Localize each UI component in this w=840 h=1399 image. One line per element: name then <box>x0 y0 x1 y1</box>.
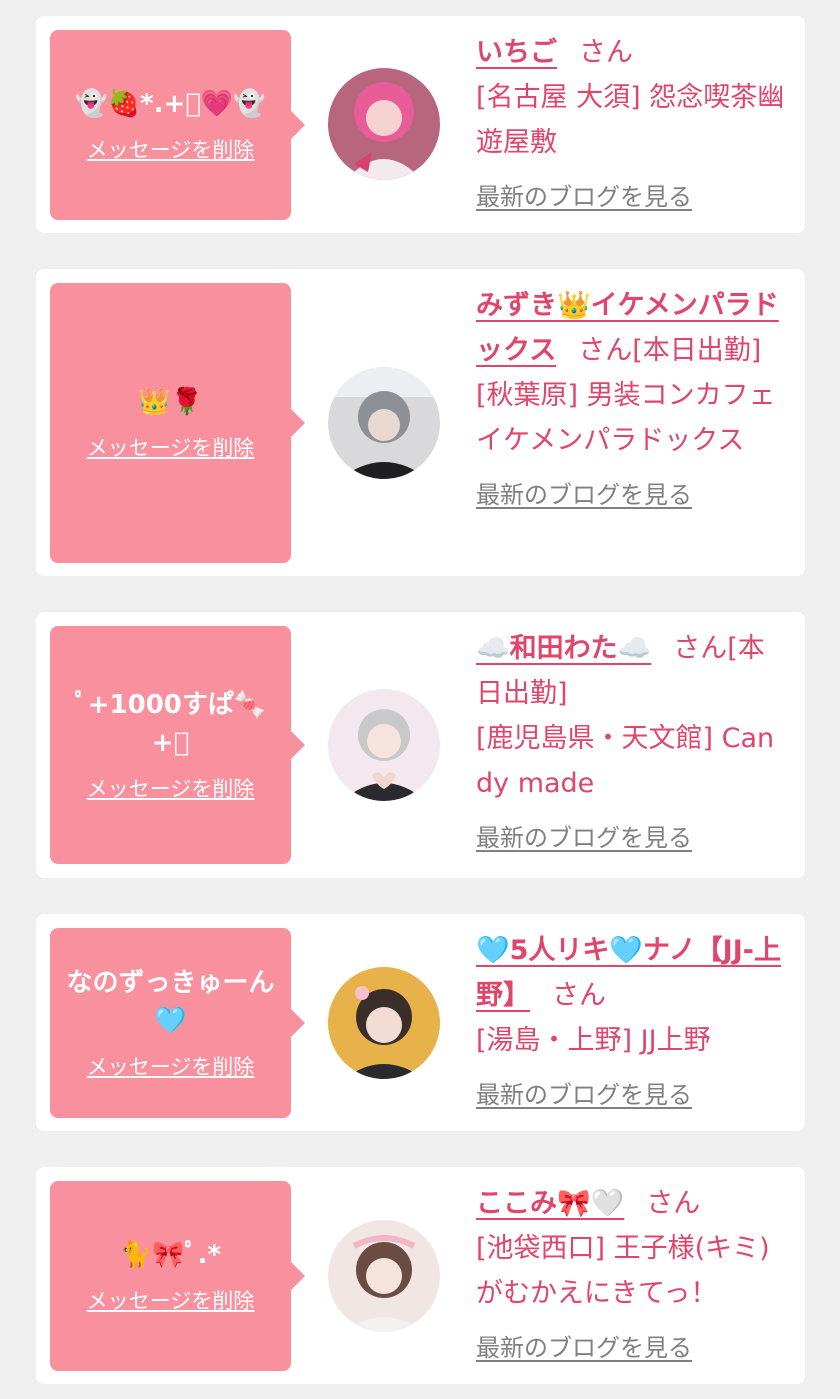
latest-blog-link[interactable]: 最新のブログを見る <box>476 181 692 213</box>
latest-blog-link[interactable]: 最新のブログを見る <box>476 822 692 854</box>
shop-info: [鹿児島県・天文館] Candy made <box>476 723 775 799</box>
message-card: 👻🍓*.+ﾟ💗👻 メッセージを削除 いちご さん [名古屋 大須] 怨念喫茶幽遊屋… <box>36 16 805 233</box>
avatar-photo <box>328 68 440 180</box>
message-bubble: 🐈🎀ﾟ.* メッセージを削除 <box>50 1181 305 1371</box>
message-card: ﾟ+1000すぱ🍬+ﾟ メッセージを削除 ☁️和田わた☁️ さん[本日出勤] [鹿… <box>36 612 805 878</box>
shop-info: [湯島・上野] JJ上野 <box>476 1025 711 1056</box>
avatar[interactable] <box>328 367 440 479</box>
latest-blog-link[interactable]: 最新のブログを見る <box>476 1079 692 1111</box>
avatar[interactable] <box>328 689 440 801</box>
cast-name-link[interactable]: ☁️和田わた☁️ <box>476 633 651 664</box>
delete-message-link[interactable]: メッセージを削除 <box>87 135 255 165</box>
avatar[interactable] <box>328 967 440 1079</box>
cast-info: 🩵5人リキ🩵ナノ【JJ-上野】 さん [湯島・上野] JJ上野 最新のブログを見る <box>476 928 789 1111</box>
message-text: 👻🍓*.+ﾟ💗👻 <box>75 89 266 119</box>
latest-blog-link[interactable]: 最新のブログを見る <box>476 1332 692 1364</box>
shop-info: [名古屋 大須] 怨念喫茶幽遊屋敷 <box>476 82 785 158</box>
avatar-photo <box>328 689 440 801</box>
message-card: 🐈🎀ﾟ.* メッセージを削除 ここみ🎀🤍 さん [池袋西口] 王子様(キミ)がむか… <box>36 1167 805 1384</box>
avatar-photo <box>328 367 440 479</box>
message-bubble: ﾟ+1000すぱ🍬+ﾟ メッセージを削除 <box>50 626 305 864</box>
message-text: 👑🌹 <box>138 387 203 417</box>
cast-name-link[interactable]: いちご <box>476 37 557 68</box>
message-bubble: 👻🍓*.+ﾟ💗👻 メッセージを削除 <box>50 30 305 220</box>
delete-message-link[interactable]: メッセージを削除 <box>87 1052 255 1082</box>
honorific: さん <box>552 980 606 1011</box>
message-bubble: 👑🌹 メッセージを削除 <box>50 283 305 563</box>
cast-info: みずき👑イケメンパラドックス さん[本日出勤] [秋葉原] 男装コンカフェイケメン… <box>476 283 789 511</box>
avatar[interactable] <box>328 1220 440 1332</box>
honorific: さん <box>646 1188 701 1219</box>
delete-message-link[interactable]: メッセージを削除 <box>87 1286 255 1316</box>
avatar[interactable] <box>328 68 440 180</box>
shop-info: [池袋西口] 王子様(キミ)がむかえにきてっ！ <box>476 1233 770 1309</box>
cast-name-link[interactable]: ここみ🎀🤍 <box>476 1188 624 1219</box>
honorific: さん <box>579 37 633 68</box>
message-bubble: なのずっきゅーん🩵 メッセージを削除 <box>50 928 305 1118</box>
cast-info: ここみ🎀🤍 さん [池袋西口] 王子様(キミ)がむかえにきてっ！ 最新のブログを見… <box>476 1181 789 1364</box>
message-card: なのずっきゅーん🩵 メッセージを削除 🩵5人リキ🩵ナノ【JJ-上野】 さん [湯島… <box>36 914 805 1131</box>
honorific: さん[本日出勤] <box>578 335 762 366</box>
avatar-photo <box>328 967 440 1079</box>
delete-message-link[interactable]: メッセージを削除 <box>87 433 255 463</box>
avatar-photo <box>328 1220 440 1332</box>
shop-info: [秋葉原] 男装コンカフェイケメンパラドックス <box>476 380 776 456</box>
message-text: 🐈🎀ﾟ.* <box>119 1240 222 1270</box>
delete-message-link[interactable]: メッセージを削除 <box>87 774 255 804</box>
message-text: なのずっきゅーん🩵 <box>66 968 275 1036</box>
message-text: ﾟ+1000すぱ🍬+ﾟ <box>74 690 267 758</box>
latest-blog-link[interactable]: 最新のブログを見る <box>476 479 692 511</box>
cast-name-link[interactable]: 🩵5人リキ🩵ナノ【JJ-上野】 <box>476 935 781 1011</box>
cast-info: いちご さん [名古屋 大須] 怨念喫茶幽遊屋敷 最新のブログを見る <box>476 30 789 213</box>
message-card: 👑🌹 メッセージを削除 みずき👑イケメンパラドックス さん[本日出勤] [秋葉原]… <box>36 269 805 576</box>
cast-info: ☁️和田わた☁️ さん[本日出勤] [鹿児島県・天文館] Candy made 最… <box>476 626 789 854</box>
